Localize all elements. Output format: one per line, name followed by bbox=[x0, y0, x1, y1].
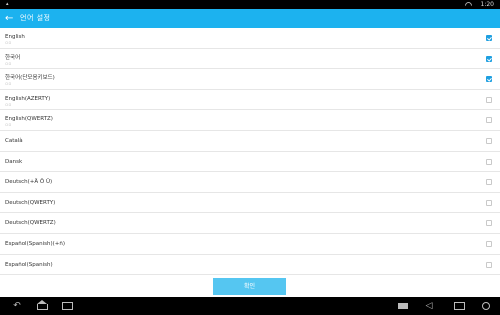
checkbox-unchecked[interactable] bbox=[486, 220, 492, 227]
back-arrow-icon[interactable]: ← bbox=[5, 10, 17, 27]
language-name: Dansk bbox=[5, 158, 23, 165]
language-subtitle: ㅁㅁ bbox=[5, 82, 12, 87]
checkbox-checked[interactable] bbox=[486, 35, 492, 41]
checkbox-unchecked[interactable] bbox=[486, 137, 492, 144]
language-name: English(QWERTZ) bbox=[5, 116, 53, 123]
language-name: Deutsch(+Ä Ö Ü) bbox=[5, 179, 53, 186]
navigation-bar: ↶ ◁ bbox=[0, 297, 500, 315]
language-row[interactable]: Dansk bbox=[0, 152, 500, 173]
back-icon[interactable]: ↶ bbox=[9, 301, 25, 311]
language-row[interactable]: English(AZERTY) ㅁㅁ bbox=[0, 90, 500, 111]
checkbox-unchecked[interactable] bbox=[486, 240, 492, 247]
language-row[interactable]: 한국어(단모음키보드) ㅁㅁ bbox=[0, 69, 500, 90]
signal-icon: ▴ bbox=[6, 1, 9, 7]
language-name: English(AZERTY) bbox=[5, 95, 51, 102]
status-time: 1:20 bbox=[480, 1, 494, 8]
keyboard-icon[interactable] bbox=[396, 301, 410, 311]
language-row[interactable]: English ㅁㅁ bbox=[0, 28, 500, 49]
page-title: 언어 설정 bbox=[20, 14, 51, 22]
language-name: Català bbox=[5, 137, 23, 144]
checkbox-unchecked[interactable] bbox=[486, 261, 492, 268]
confirm-button[interactable]: 확인 bbox=[213, 278, 286, 295]
recent-apps-icon[interactable] bbox=[60, 301, 74, 311]
language-subtitle: ㅁㅁ bbox=[5, 123, 12, 128]
app-bar: ← 언어 설정 bbox=[0, 9, 500, 28]
checkbox-checked[interactable] bbox=[486, 55, 492, 62]
checkbox-unchecked[interactable] bbox=[486, 117, 492, 124]
language-name: English bbox=[5, 34, 25, 40]
language-name: Español(Spanish) bbox=[5, 261, 53, 268]
cast-icon[interactable] bbox=[452, 301, 466, 311]
language-name: 한국어(단모음키보드) bbox=[5, 75, 55, 82]
language-list: English ㅁㅁ 한국어 ㅁㅁ 한국어(단모음키보드) ㅁㅁ English(AZERT… bbox=[0, 28, 500, 275]
language-name: Deutsch(QWERTY) bbox=[5, 199, 56, 206]
checkbox-checked[interactable] bbox=[486, 76, 492, 83]
checkbox-unchecked[interactable] bbox=[486, 158, 492, 165]
language-subtitle: ㅁㅁ bbox=[5, 41, 12, 45]
share-icon[interactable]: ◁ bbox=[423, 301, 435, 311]
language-row[interactable]: Català bbox=[0, 131, 500, 152]
language-row[interactable]: Español(Spanish)(+ñ) bbox=[0, 234, 500, 255]
language-row[interactable]: Deutsch(QWERTY) bbox=[0, 193, 500, 214]
home-icon[interactable] bbox=[34, 300, 50, 311]
language-subtitle: ㅁㅁ bbox=[5, 61, 12, 66]
language-name: Deutsch(QWERTZ) bbox=[5, 220, 56, 227]
checkbox-unchecked[interactable] bbox=[486, 179, 492, 186]
language-name: 한국어 bbox=[5, 54, 21, 61]
checkbox-unchecked[interactable] bbox=[486, 199, 492, 206]
language-row[interactable]: English(QWERTZ) ㅁㅁ bbox=[0, 110, 500, 131]
rotate-icon[interactable] bbox=[479, 301, 493, 311]
footer: 확인 bbox=[0, 275, 500, 297]
checkbox-unchecked[interactable] bbox=[486, 96, 492, 103]
language-name: Español(Spanish)(+ñ) bbox=[5, 240, 65, 247]
language-row[interactable]: 한국어 ㅁㅁ bbox=[0, 49, 500, 70]
language-row[interactable]: Deutsch(+Ä Ö Ü) bbox=[0, 172, 500, 193]
status-bar: ▴ 1:20 bbox=[0, 0, 500, 11]
language-row[interactable]: Español(Spanish) bbox=[0, 255, 500, 275]
language-subtitle: ㅁㅁ bbox=[5, 102, 12, 107]
language-row[interactable]: Deutsch(QWERTZ) bbox=[0, 213, 500, 234]
